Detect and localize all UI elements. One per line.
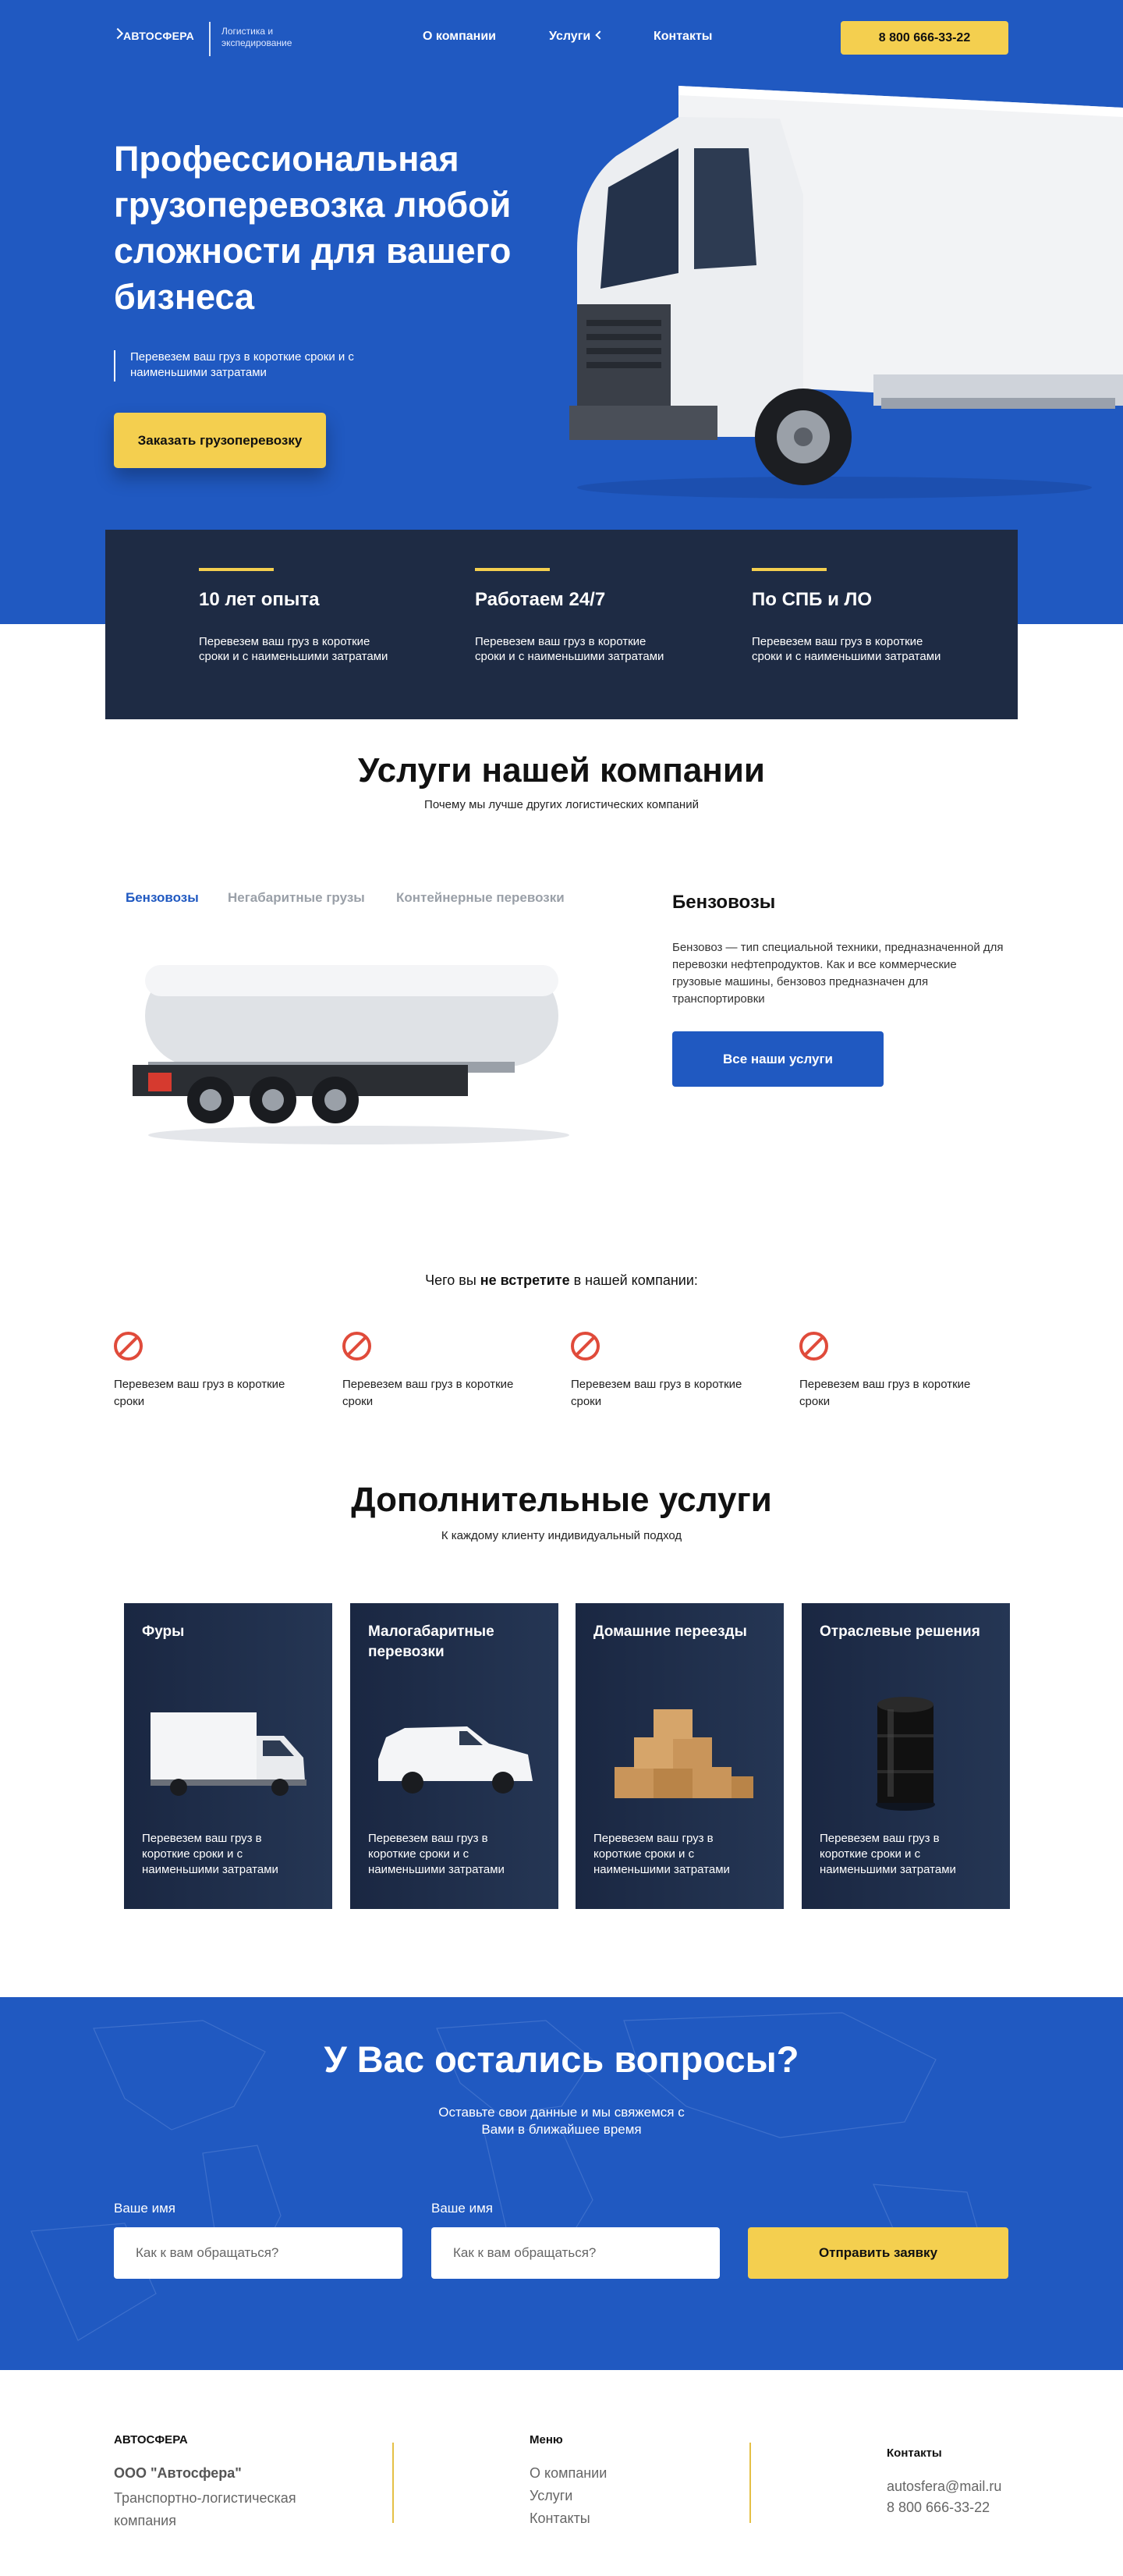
card-text: Перевезем ваш груз в короткие сроки и с … bbox=[142, 1832, 278, 1876]
not-meet-item: Перевезем ваш груз в короткие сроки bbox=[571, 1332, 742, 1410]
stat-text: Перевезем ваш груз в короткие сроки и с … bbox=[475, 635, 664, 663]
stats-panel: 10 лет опыта Перевезем ваш груз в коротк… bbox=[105, 530, 1018, 719]
footer-phone-link[interactable]: 8 800 666-33-22 bbox=[887, 2500, 990, 2516]
nav-item-about[interactable]: О компании bbox=[423, 30, 496, 44]
nav-item-label: Услуги bbox=[549, 30, 591, 43]
stat-title: По СПБ и ЛО bbox=[752, 589, 873, 610]
service-card-home-moves[interactable]: Домашние переезды Перевезем ваш груз в к… bbox=[576, 1603, 784, 1909]
stat-text: Перевезем ваш груз в короткие сроки и с … bbox=[199, 635, 388, 663]
service-card-industry[interactable]: Отраслевые решения Перевезем ваш груз в … bbox=[802, 1603, 1010, 1909]
not-meet-suffix: в нашей компании: bbox=[569, 1272, 698, 1288]
not-meet-text: Перевезем ваш груз в короткие сроки bbox=[342, 1378, 514, 1408]
hero-title: Профессиональная грузоперевозка любой сл… bbox=[114, 139, 512, 317]
not-meet-bold: не встретите bbox=[480, 1272, 570, 1288]
card-text: Перевезем ваш груз в короткие сроки и с … bbox=[593, 1832, 730, 1876]
tab-oversized-cargo[interactable]: Негабаритные грузы bbox=[228, 890, 365, 906]
fuel-truck-image bbox=[133, 965, 569, 1144]
nav-item-services[interactable]: Услуги bbox=[549, 30, 604, 44]
service-detail-text: Бензовоз — тип специальной техники, пред… bbox=[672, 941, 1004, 1006]
card-title: Отраслевые решения bbox=[820, 1623, 980, 1640]
stat-accent-line bbox=[199, 568, 274, 571]
footer-link-services[interactable]: Услуги bbox=[530, 2488, 572, 2504]
stat-title: 10 лет опыта bbox=[199, 589, 320, 610]
footer-email-link[interactable]: autosfera@mail.ru bbox=[887, 2478, 1001, 2495]
service-card-trucks[interactable]: Фуры Перевезем ваш груз в короткие сроки… bbox=[124, 1603, 332, 1909]
service-detail-title: Бензовозы bbox=[672, 892, 776, 913]
all-services-button[interactable]: Все наши услуги bbox=[672, 1031, 884, 1087]
logo-name[interactable]: АВТОСФЕРА bbox=[123, 30, 194, 42]
van-truck-icon bbox=[151, 1712, 306, 1796]
card-text: Перевезем ваш груз в короткие сроки и с … bbox=[820, 1832, 956, 1876]
prohibited-icon bbox=[114, 1332, 143, 1361]
chevron-down-icon bbox=[595, 30, 604, 40]
tab-container-shipping[interactable]: Контейнерные перевозки bbox=[396, 890, 565, 906]
phone-button[interactable]: 8 800 666-33-22 bbox=[841, 21, 1008, 55]
logo-divider bbox=[209, 22, 211, 56]
not-meet-text: Перевезем ваш груз в короткие сроки bbox=[114, 1378, 285, 1408]
name-field-label-2: Ваше имя bbox=[431, 2201, 493, 2216]
logo-tagline: Логистика и экспедирование bbox=[221, 26, 292, 48]
footer-company-name: ООО "Автосфера" bbox=[114, 2465, 242, 2481]
footer-menu-title: Меню bbox=[530, 2433, 563, 2446]
extra-services-subtitle: К каждому клиенту индивидуальный подход bbox=[441, 1529, 682, 1542]
prohibited-icon bbox=[799, 1332, 828, 1361]
stat-accent-line bbox=[475, 568, 550, 571]
cta-title: У Вас остались вопросы? bbox=[324, 2038, 799, 2080]
hero-subtitle: Перевезем ваш груз в короткие сроки и с … bbox=[130, 350, 354, 379]
cta-subtitle: Оставьте свои данные и мы свяжемся с Вам… bbox=[438, 2105, 685, 2137]
extra-services-title: Дополнительные услуги bbox=[351, 1481, 772, 1519]
footer-link-contacts[interactable]: Контакты bbox=[530, 2510, 590, 2527]
nav-item-label: О компании bbox=[423, 30, 496, 43]
name-input[interactable] bbox=[114, 2227, 402, 2279]
services-subtitle: Почему мы лучше других логистических ком… bbox=[424, 798, 699, 811]
stat-accent-line bbox=[752, 568, 827, 571]
service-card-small-cargo[interactable]: Малогабаритные перевозки Перевезем ваш г… bbox=[350, 1603, 558, 1909]
card-text: Перевезем ваш груз в короткие сроки и с … bbox=[368, 1832, 505, 1876]
nav-item-label: Контакты bbox=[654, 30, 713, 43]
footer-contacts-title: Контакты bbox=[887, 2446, 942, 2460]
barrel-icon bbox=[876, 1697, 935, 1811]
stat-text: Перевезем ваш груз в короткие сроки и с … bbox=[752, 635, 941, 663]
submit-request-button[interactable]: Отправить заявку bbox=[748, 2227, 1008, 2279]
contact-form-section: У Вас остались вопросы? Оставьте свои да… bbox=[0, 1997, 1123, 2370]
boxes-icon bbox=[615, 1709, 753, 1798]
card-title: Малогабаритные перевозки bbox=[368, 1623, 494, 1660]
not-meet-text: Перевезем ваш груз в короткие сроки bbox=[799, 1378, 971, 1408]
tab-fuel-trucks[interactable]: Бензовозы bbox=[126, 890, 199, 906]
not-meet-item: Перевезем ваш груз в короткие сроки bbox=[114, 1332, 285, 1410]
logo-chevron-icon bbox=[112, 27, 124, 40]
cargo-van-icon bbox=[378, 1726, 533, 1794]
footer-link-about[interactable]: О компании bbox=[530, 2465, 607, 2482]
services-title: Услуги нашей компании bbox=[358, 751, 765, 789]
name-field-label: Ваше имя bbox=[114, 2201, 175, 2216]
stat-title: Работаем 24/7 bbox=[475, 589, 606, 610]
order-shipping-button[interactable]: Заказать грузоперевозку bbox=[114, 413, 326, 468]
not-meet-prefix: Чего вы bbox=[425, 1272, 480, 1288]
prohibited-icon bbox=[342, 1332, 371, 1361]
name-input-2[interactable] bbox=[431, 2227, 720, 2279]
prohibited-icon bbox=[571, 1332, 600, 1361]
hero-truck-image bbox=[569, 86, 1123, 499]
not-meet-text: Перевезем ваш груз в короткие сроки bbox=[571, 1378, 742, 1408]
nav-item-contacts[interactable]: Контакты bbox=[654, 30, 712, 44]
not-meet-item: Перевезем ваш груз в короткие сроки bbox=[342, 1332, 514, 1410]
card-title: Фуры bbox=[142, 1623, 185, 1640]
not-meet-title: Чего вы не встретите в нашей компании: bbox=[0, 1272, 1123, 1289]
footer-company-description: Транспортно-логистическая компания bbox=[114, 2490, 296, 2528]
card-title: Домашние переезды bbox=[593, 1623, 747, 1640]
footer-divider bbox=[749, 2443, 751, 2523]
not-meet-item: Перевезем ваш груз в короткие сроки bbox=[799, 1332, 971, 1410]
footer-divider bbox=[392, 2443, 394, 2523]
footer-brand[interactable]: АВТОСФЕРА bbox=[114, 2433, 188, 2446]
hero-subtitle-bar bbox=[114, 350, 115, 381]
